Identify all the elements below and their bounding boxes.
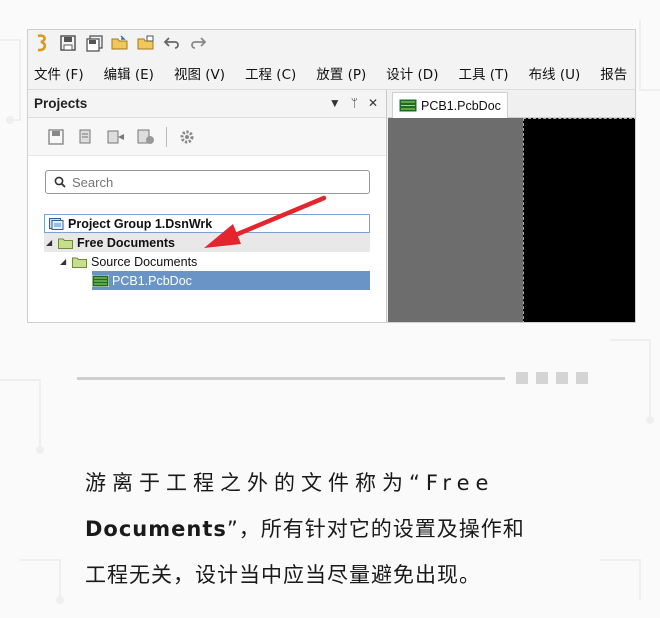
caption-line-1: 游离于工程之外的文件称为“Free [85,471,495,495]
red-arrow-annotation [204,195,327,248]
caption-bold-term: Documents [85,517,227,541]
screenshot-panel: 文件 (F) 编辑 (E) 视图 (V) 工程 (C) 放置 (P) 设计 (D… [27,29,636,323]
caption-line-2-rest: ”，所有针对它的设置及操作和 [226,517,525,541]
caption-line-3: 工程无关，设计当中应当尽量避免出现。 [85,563,481,587]
caption-line-2: Documents”，所有针对它的设置及操作和 [85,506,600,552]
section-divider [77,377,505,380]
caption-text: 游离于工程之外的文件称为“Free Documents”，所有针对它的设置及操作… [85,460,600,598]
divider-dots [516,372,588,384]
